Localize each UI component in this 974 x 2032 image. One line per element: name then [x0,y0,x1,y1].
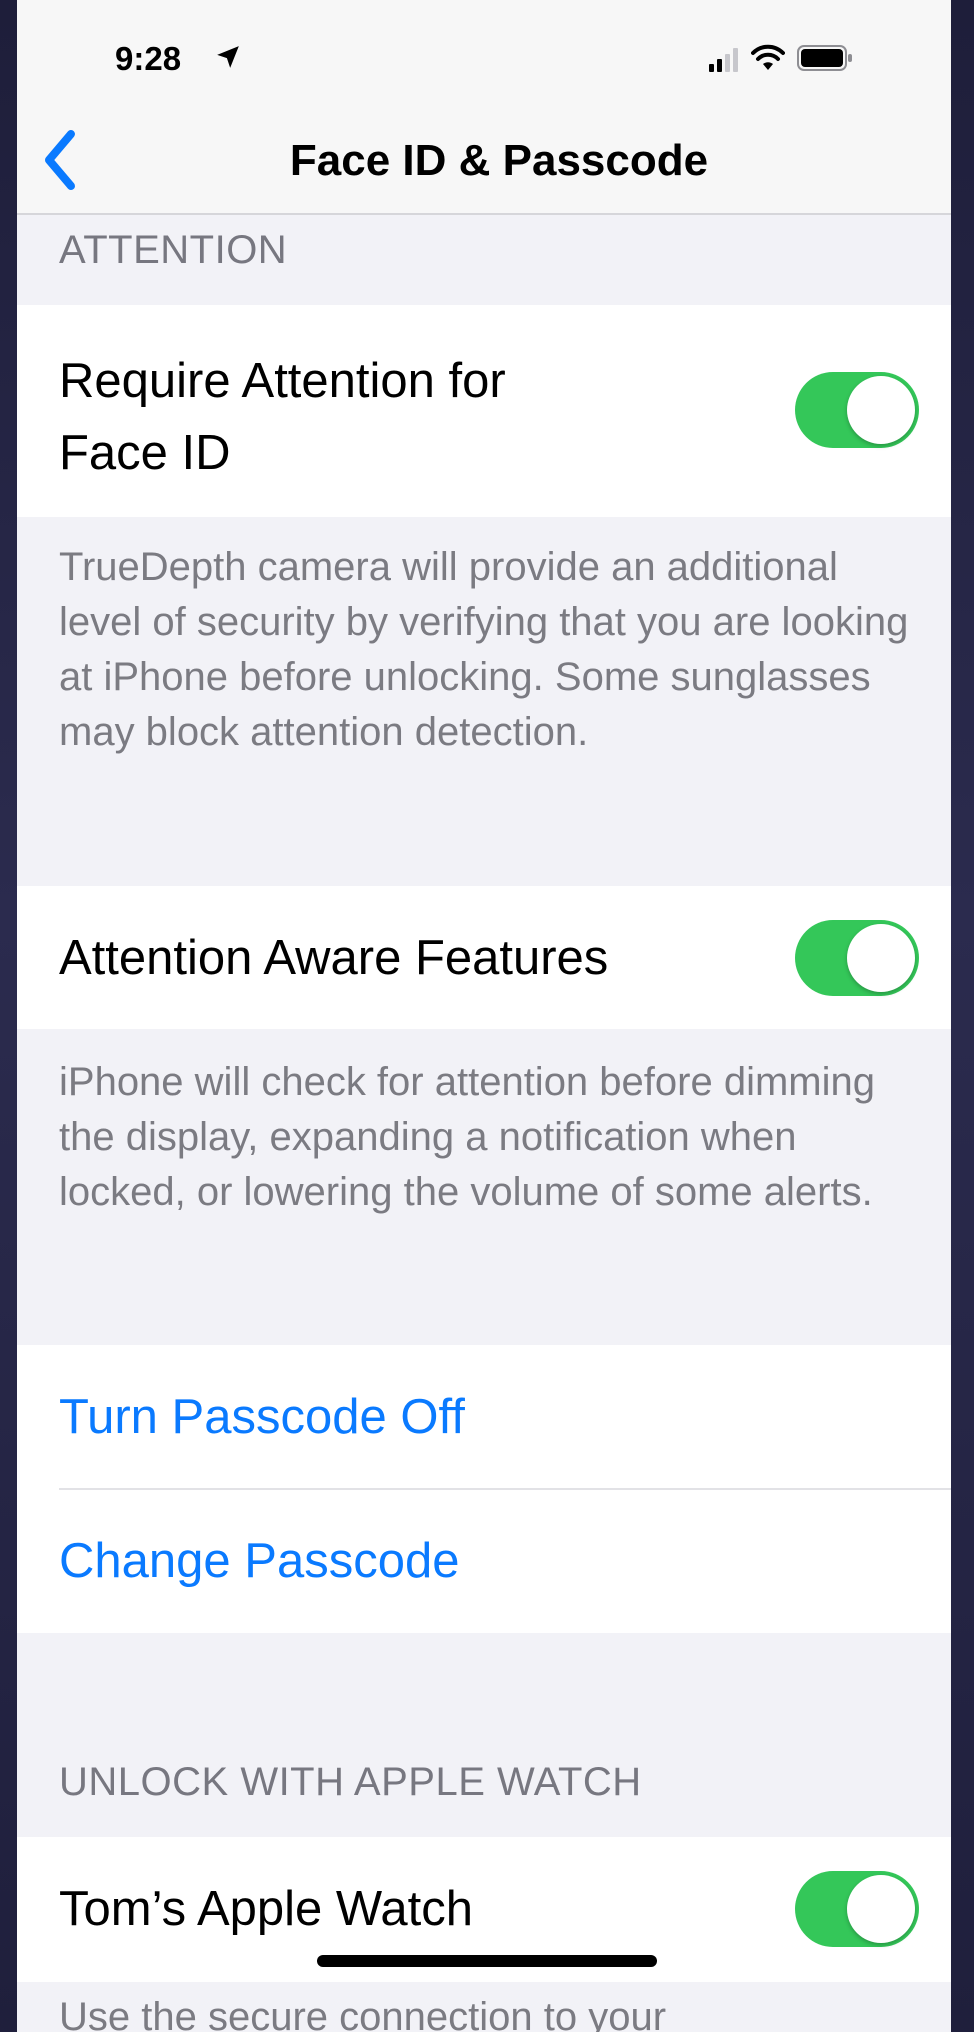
attention-section-header: ATTENTION [59,228,288,272]
require-attention-toggle[interactable] [795,372,919,448]
home-indicator[interactable] [317,1955,657,1967]
status-time: 9:28 [115,40,182,77]
location-arrow-icon [217,46,239,68]
toggle-knob [847,376,915,444]
require-attention-label-line1: Require Attention for [59,354,506,408]
attention-aware-footer: iPhone will check for attention before d… [59,1060,875,1214]
toggle-knob [847,1875,915,1943]
apple-watch-toggle[interactable] [795,1871,919,1947]
passcode-group: Turn Passcode Off Change Passcode [17,1345,951,1633]
phone-screen: 9:28 Face ID & Passcode ATTENTION Requir… [17,0,951,2032]
battery-icon [797,45,852,71]
turn-passcode-off-button[interactable]: Turn Passcode Off [59,1381,465,1453]
wifi-icon [751,44,785,70]
navigation-bar: Face ID & Passcode [17,110,951,215]
attention-aware-row[interactable]: Attention Aware Features [17,886,951,1029]
toggle-knob [847,924,915,992]
row-separator [59,1488,951,1490]
require-attention-row[interactable]: Require Attention for Face ID [17,305,951,517]
apple-watch-section-header: UNLOCK WITH APPLE WATCH [59,1760,642,1804]
page-title: Face ID & Passcode [289,136,709,185]
attention-aware-label: Attention Aware Features [59,931,609,985]
require-attention-footer: TrueDepth camera will provide an additio… [59,545,909,754]
status-bar: 9:28 [17,0,951,110]
change-passcode-button[interactable]: Change Passcode [59,1525,459,1597]
require-attention-label-line2: Face ID [59,426,231,480]
apple-watch-label: Tom’s Apple Watch [59,1882,473,1936]
apple-watch-footer: Use the secure connection to your [59,1995,667,2032]
attention-aware-toggle[interactable] [795,920,919,996]
signal-icon [709,48,738,72]
